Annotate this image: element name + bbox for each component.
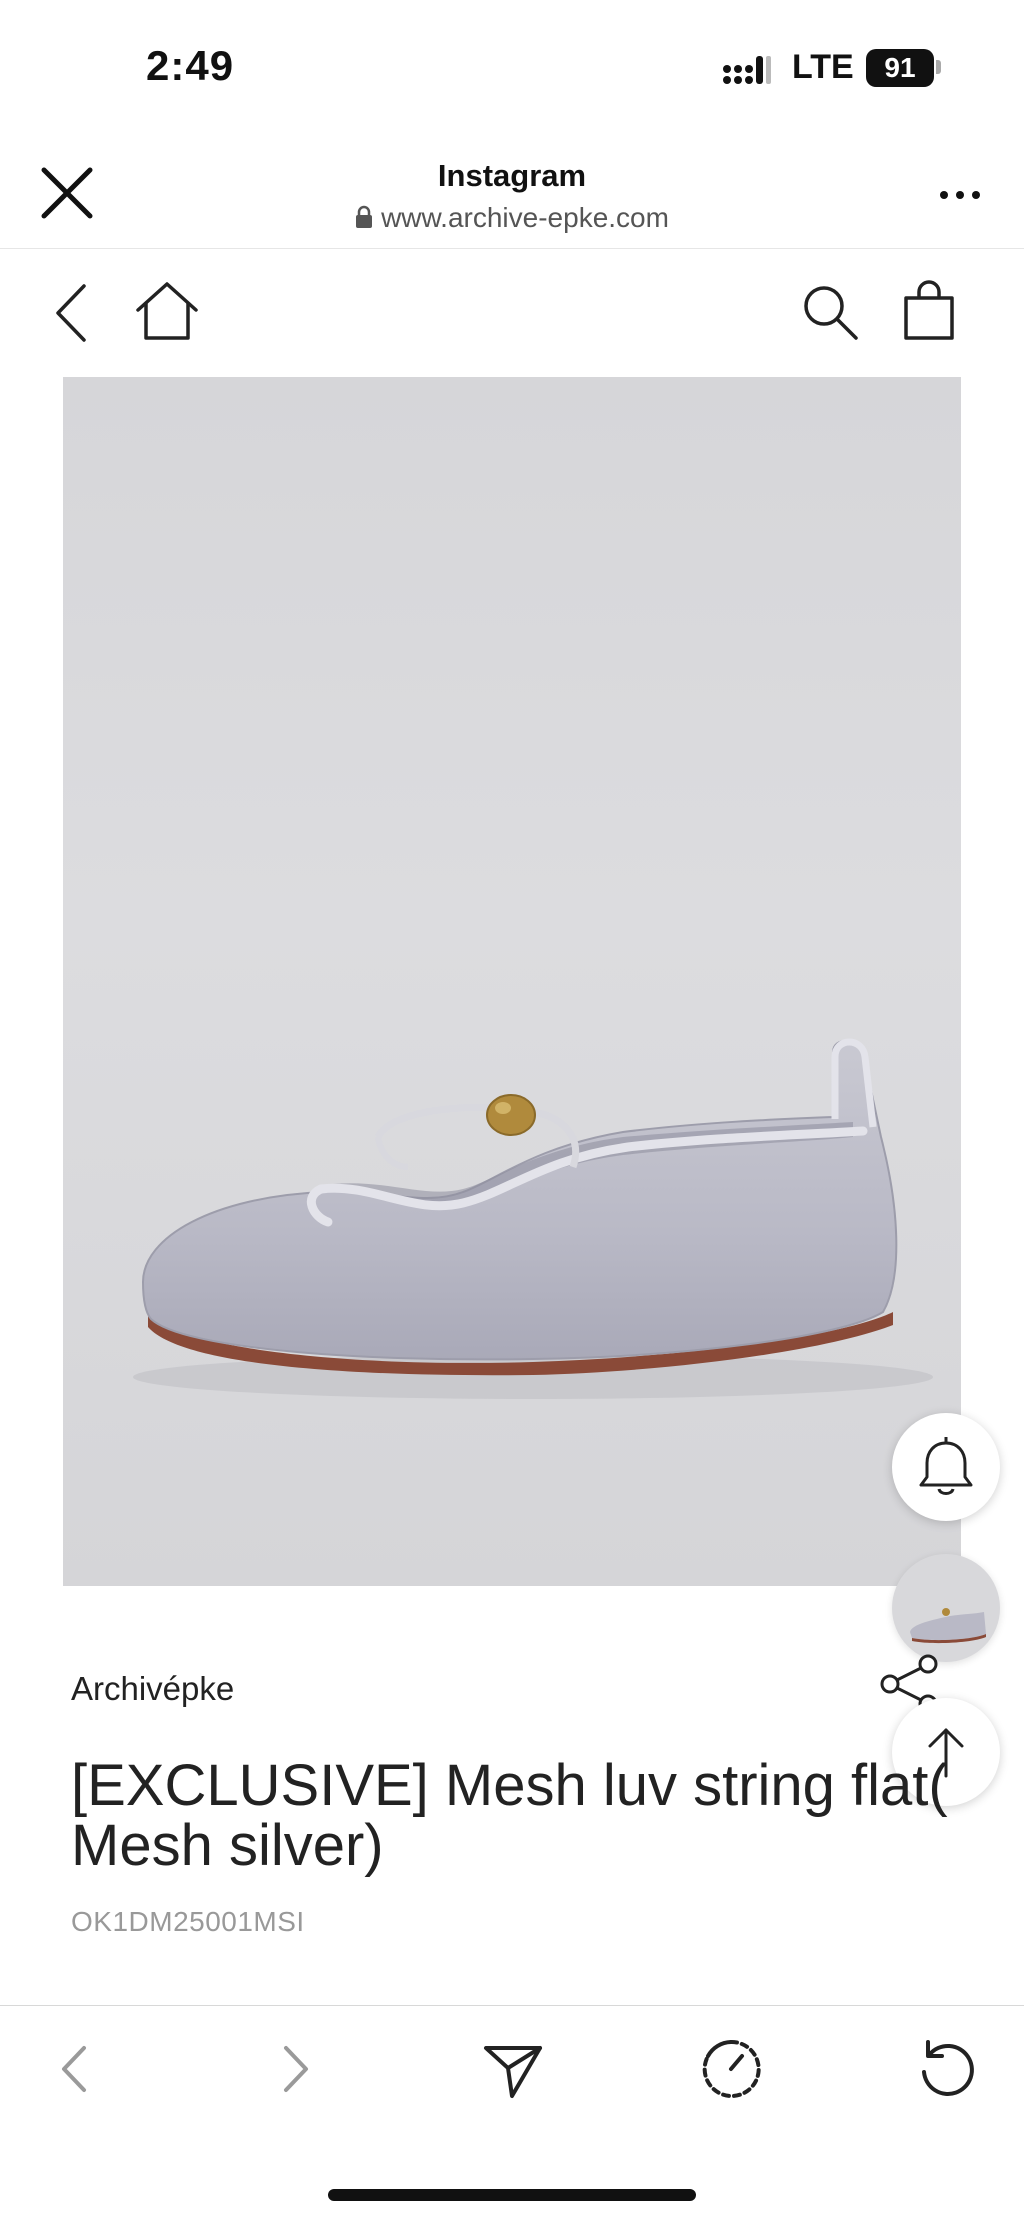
product-image[interactable] [63,377,961,1586]
toolbar-divider [0,2005,1024,2006]
network-label: LTE [792,48,854,86]
send-icon[interactable] [478,2034,548,2104]
reload-icon[interactable] [912,2034,982,2104]
battery-tip [936,60,941,74]
browser-forward-icon[interactable] [260,2034,330,2104]
home-indicator[interactable] [328,2189,696,2201]
thumbnail-shoe [910,1608,986,1644]
lock-icon [356,205,373,228]
browser-back-icon[interactable] [40,2034,110,2104]
chevron-left-icon[interactable] [40,278,110,348]
shopping-bag-icon[interactable] [894,276,964,346]
url-bar[interactable]: www.archive-epke.com [0,202,1024,234]
home-icon[interactable] [132,276,202,346]
brand-name[interactable]: Archivépke [71,1670,234,1708]
battery-indicator: 91 [866,49,934,87]
shoe-illustration [133,1038,933,1399]
history-icon[interactable] [696,2034,766,2104]
more-icon[interactable] [935,170,985,220]
search-icon[interactable] [796,278,866,348]
status-time: 2:49 [146,42,235,89]
product-sku: OK1DM25001MSI [71,1906,305,1937]
header-divider [0,248,1024,249]
signal-icon [723,56,771,84]
bell-icon[interactable] [892,1413,1000,1521]
product-title: [EXCLUSIVE] Mesh luv string flat( Mesh s… [71,1753,948,1878]
product-thumbnail[interactable] [892,1554,1000,1662]
url-text: www.archive-epke.com [381,202,669,233]
browser-title: Instagram [437,158,587,193]
